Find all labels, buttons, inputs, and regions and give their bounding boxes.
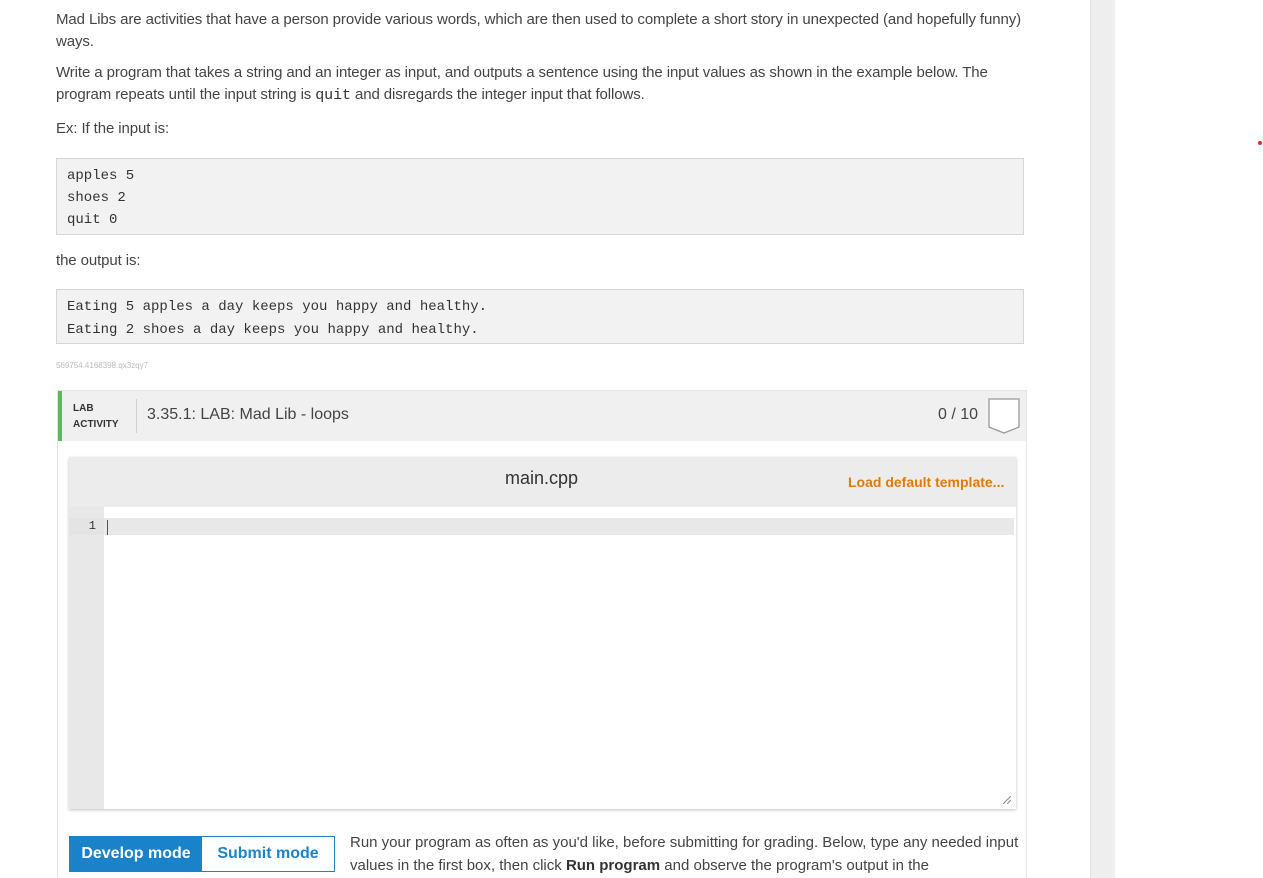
develop-mode-button[interactable]: Develop mode — [70, 837, 202, 871]
instruction-paragraph: Write a program that takes a string and … — [56, 62, 1031, 107]
resize-handle-icon[interactable] — [1003, 796, 1011, 804]
lab-tag-line: ACTIVITY — [73, 419, 119, 430]
lab-activity-tag: LAB ACTIVITY — [73, 401, 119, 433]
line-number: 1 — [88, 519, 96, 533]
lab-tag-line: LAB — [73, 403, 94, 414]
example-input-block: apples 5 shoes 2 quit 0 — [56, 158, 1024, 235]
instruction-text-end: and disregards the integer input that fo… — [350, 86, 645, 103]
run-program-term: Run program — [565, 857, 661, 874]
lab-score: 0 / 10 — [938, 406, 979, 423]
score-badge-icon — [988, 398, 1020, 434]
text-cursor — [107, 520, 108, 535]
example-input-label: Ex: If the input is: — [56, 120, 170, 137]
editor-header: main.cpp Load default template... — [69, 457, 1016, 507]
example-output-line: Eating 5 apples a day keeps you happy an… — [67, 299, 488, 315]
example-input-line: shoes 2 — [67, 190, 126, 206]
run-help-text-end: and observe the program's output in the — [660, 857, 929, 874]
load-default-template-link[interactable]: Load default template... — [848, 474, 1004, 490]
example-output-block: Eating 5 apples a day keeps you happy an… — [56, 289, 1024, 344]
editor-filename: main.cpp — [505, 468, 579, 488]
lab-activity: LAB ACTIVITY 3.35.1: LAB: Mad Lib - loop… — [57, 390, 1027, 878]
lab-title: 3.35.1: LAB: Mad Lib - loops — [147, 406, 349, 423]
activity-id: 569754.4168398.qx3zqy7 — [56, 361, 149, 370]
mode-toggle: Develop mode Submit mode — [69, 836, 335, 872]
line-number-gutter — [69, 507, 104, 809]
page-content: Mad Libs are activities that have a pers… — [0, 0, 1090, 878]
notification-dot — [1258, 141, 1262, 145]
intro-paragraph: Mad Libs are activities that have a pers… — [56, 11, 1022, 50]
example-input-line: quit 0 — [67, 212, 118, 228]
right-sidebar — [1090, 0, 1115, 878]
lab-header: LAB ACTIVITY 3.35.1: LAB: Mad Lib - loop… — [58, 391, 1026, 441]
submit-mode-button[interactable]: Submit mode — [202, 837, 334, 871]
example-output-label: the output is: — [56, 252, 141, 269]
code-editor: main.cpp Load default template... 1 — [69, 457, 1016, 809]
quit-keyword: quit — [315, 87, 351, 104]
example-output-line: Eating 2 shoes a day keeps you happy and… — [67, 322, 479, 338]
code-text-area[interactable] — [104, 518, 1014, 535]
header-divider — [136, 399, 137, 433]
run-instructions: Run your program as often as you'd like,… — [350, 831, 1020, 877]
example-input-line: apples 5 — [67, 168, 135, 184]
